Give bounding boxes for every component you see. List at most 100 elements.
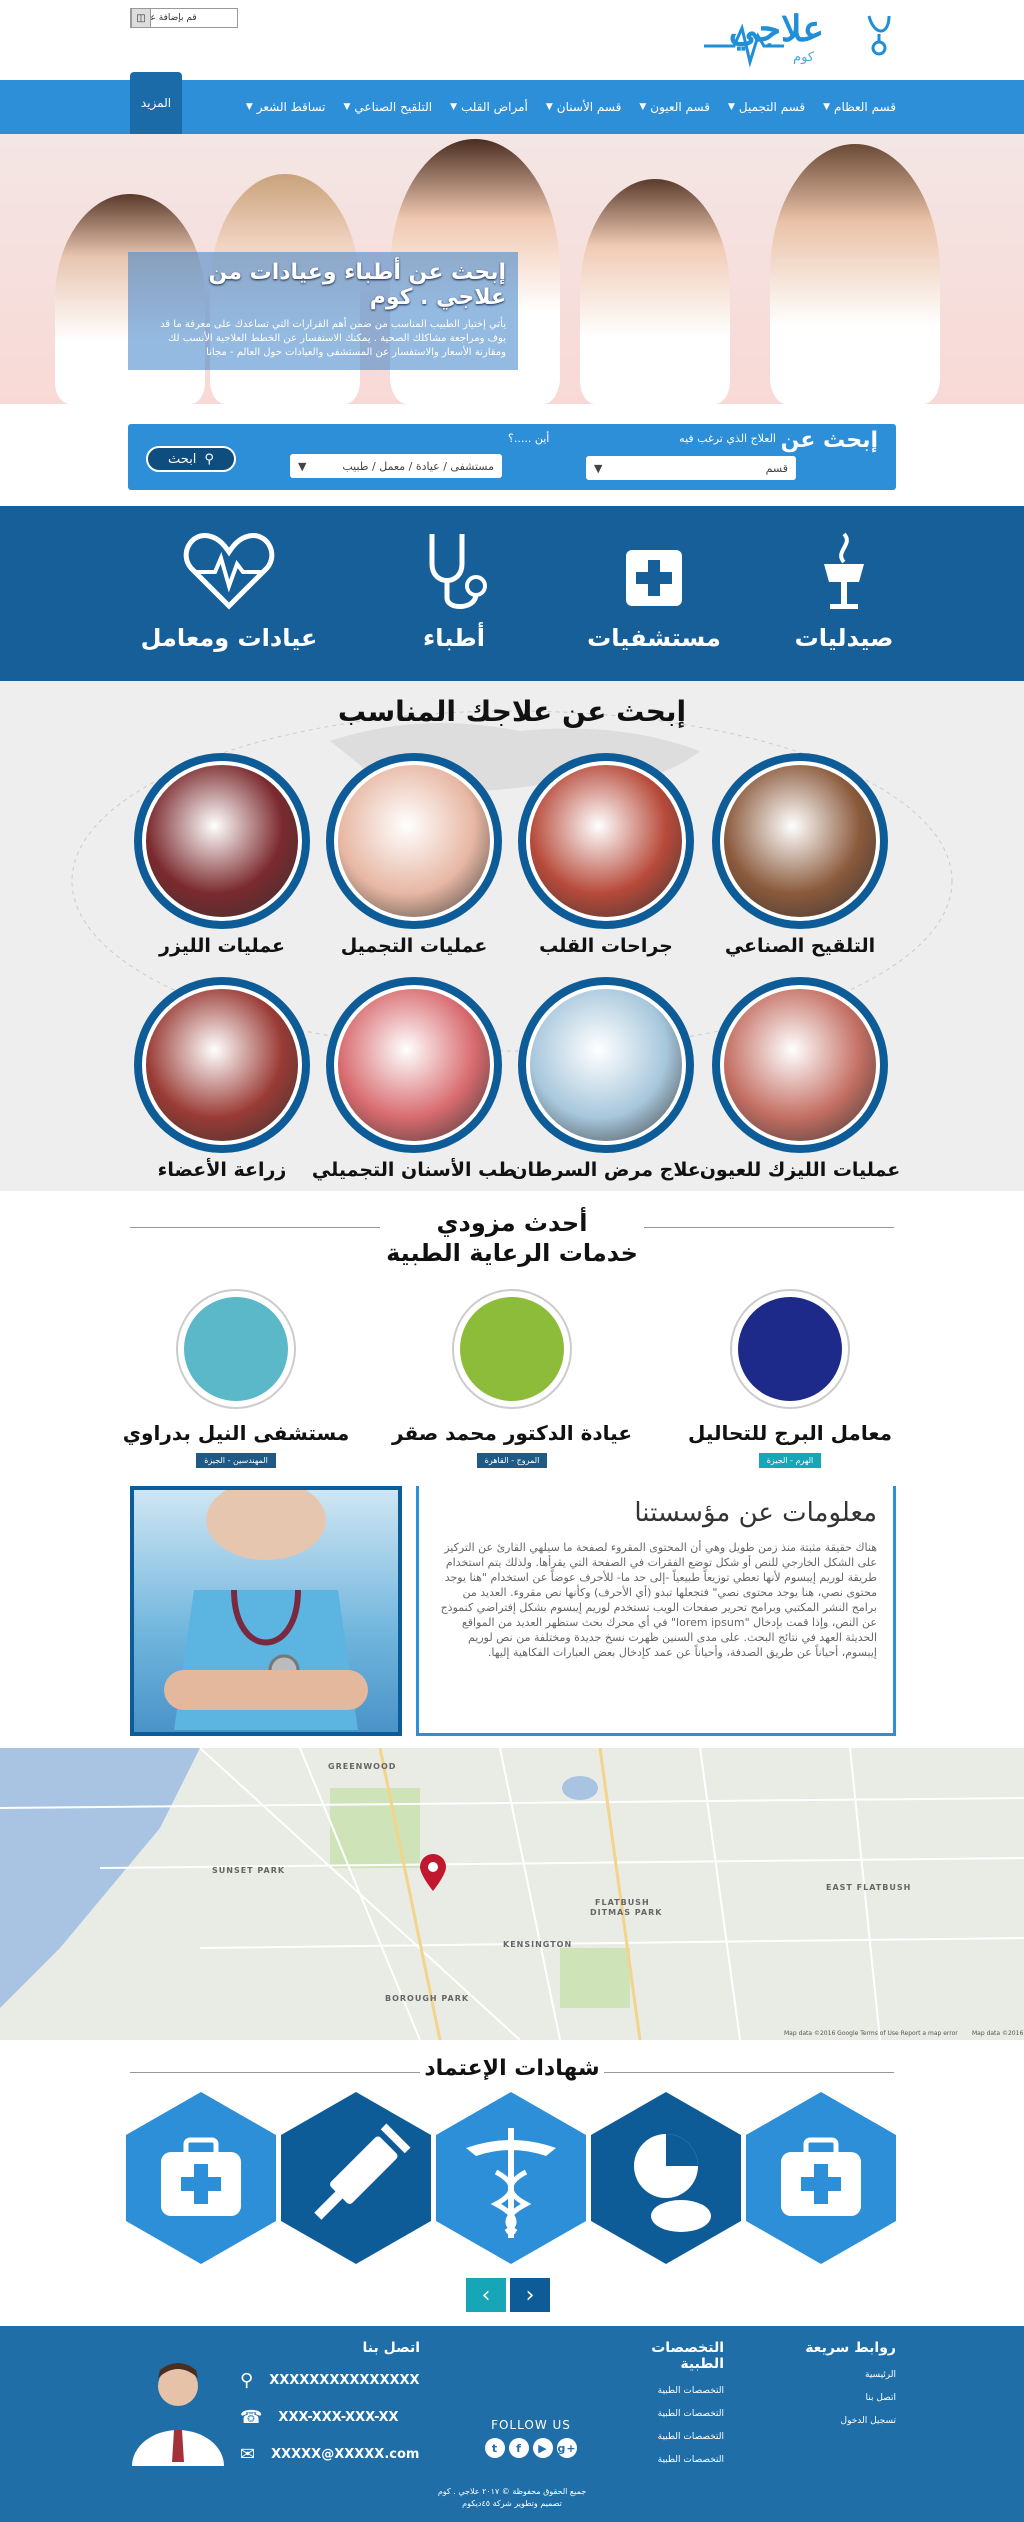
provider-card[interactable]: معامل البرج للتحاليل الهرم - الجيزة — [670, 1289, 910, 1468]
treatment-image[interactable] — [518, 977, 694, 1153]
footer-link-home[interactable]: الرئيسية — [786, 2370, 896, 2380]
category-clinics-labs[interactable]: عيادات ومعامل — [134, 524, 324, 652]
contact-email[interactable]: XXXXX@XXXXX.com — [271, 2447, 419, 2462]
treatment-label[interactable]: عمليات التجميل — [309, 935, 519, 957]
treatment-image[interactable] — [134, 753, 310, 929]
specialties-links: التخصصات الطبية التخصصات الطبية التخصصات… — [604, 2340, 724, 2478]
map-label: DITMAS PARK — [590, 1908, 663, 1917]
treatment-label[interactable]: علاج مرض السرطان — [501, 1159, 711, 1181]
hero-banner: إبحث عن أطباء وعيادات من علاجي . كوم يأت… — [0, 134, 1024, 404]
category-hospitals[interactable]: مستشفيات — [584, 524, 724, 652]
map-label: KENSINGTON — [503, 1940, 573, 1949]
hero-title: إبحث عن أطباء وعيادات من علاجي . كوم — [208, 260, 506, 310]
provider-location-badge: المروج - القاهرة — [476, 1453, 548, 1468]
provider-logo — [730, 1289, 850, 1409]
treatment-label[interactable]: جراحات القلب — [501, 935, 711, 957]
treatment-label[interactable]: التلقيح الصناعي — [695, 935, 905, 957]
treatment-label[interactable]: زراعة الأعضاء — [117, 1159, 327, 1181]
footer-link-specialty[interactable]: التخصصات الطبية — [604, 2386, 724, 2396]
copyright-line-1: جميع الحقوق محفوظة © ٢٠١٧ علاجي . كوم — [437, 2487, 587, 2496]
nav-item[interactable]: التلقيح الصناعي ▼ — [344, 100, 433, 114]
treatment-image[interactable] — [712, 977, 888, 1153]
department-select[interactable]: قسم ▼ — [586, 456, 796, 480]
chevron-down-icon: ▼ — [727, 102, 735, 112]
map-label: SUNSET PARK — [212, 1866, 286, 1875]
nav-more-button[interactable]: المزيد — [130, 72, 182, 134]
search-title: إبحث عن — [780, 428, 878, 453]
hospital-icon — [626, 550, 682, 606]
provider-card[interactable]: مستشفى النيل بدراوي المهندسين - الجيزة — [116, 1289, 356, 1468]
find-title: إبحث عن علاجك المناسب — [337, 695, 687, 728]
facebook-icon[interactable]: f — [509, 2438, 529, 2458]
nav-item[interactable]: أمراض القلب ▼ — [450, 100, 528, 114]
nav-item[interactable]: قسم العيون ▼ — [639, 100, 710, 114]
doctor-avatar — [130, 2356, 226, 2502]
quick-links: روابط سريعة الرئيسية اتصل بنا تسجيل الدخ… — [786, 2340, 896, 2439]
nurse-stethoscope-image — [164, 1480, 368, 1730]
copyright: جميع الحقوق محفوظة © ٢٠١٧ علاجي . كوم تص… — [0, 2486, 1024, 2510]
map[interactable]: GREENWOOD SUNSET PARK DITMAS PARK FLATBU… — [0, 1748, 1024, 2040]
contact-phone-1: XXXXXXXXXXXXXXX — [269, 2373, 420, 2388]
caduceus-icon — [466, 2128, 556, 2238]
follow-us-label: FOLLOW US — [491, 2418, 571, 2432]
pharmacy-icon — [824, 532, 864, 609]
provider-name[interactable]: عيادة الدكتور محمد صقر — [392, 1421, 632, 1445]
nav-item-label: تساقط الشعر — [256, 100, 326, 114]
footer-link-specialty[interactable]: التخصصات الطبية — [604, 2455, 724, 2465]
treatment-image[interactable] — [518, 753, 694, 929]
add-clinic-button[interactable]: ◫ قم بإضافة عيادتك — [130, 8, 238, 28]
category-pharmacies[interactable]: صيدليات — [774, 524, 914, 652]
map-pin-icon[interactable] — [418, 1853, 448, 1893]
nav-item[interactable]: تساقط الشعر ▼ — [246, 100, 326, 114]
treatment-image[interactable] — [326, 753, 502, 929]
cert-syringe — [281, 2092, 431, 2264]
provider-name[interactable]: مستشفى النيل بدراوي — [116, 1421, 356, 1445]
nav-item-label: قسم العيون — [650, 100, 710, 114]
google-plus-icon[interactable]: g+ — [557, 2438, 577, 2458]
category-label: عيادات ومعامل — [140, 624, 318, 652]
certificates-title: شهادات الإعتماد — [424, 2056, 600, 2081]
location-pin-icon: ⚲ — [240, 2370, 254, 2391]
chevron-down-icon: ▼ — [245, 102, 253, 112]
search-button-label: ابحث — [168, 451, 197, 467]
footer-link-login[interactable]: تسجيل الدخول — [786, 2416, 896, 2426]
treatment-label[interactable]: طب الأسنان التجميلي — [309, 1159, 519, 1181]
next-arrow-button[interactable]: › — [510, 2278, 550, 2312]
provider-location-badge: المهندسين - الجيزة — [196, 1453, 276, 1468]
place-select-value: مستشفى / عيادة / معمل / طبيب — [342, 459, 494, 473]
medical-kit-icon — [781, 2137, 861, 2216]
copyright-line-2: تصميم وتطوير شركة ٤٥ديكوم — [462, 2499, 562, 2508]
provider-name[interactable]: معامل البرج للتحاليل — [670, 1421, 910, 1445]
treatment-label[interactable]: عمليات الليزك للعيون — [695, 1159, 905, 1181]
map-streets — [0, 1748, 1024, 2040]
provider-card[interactable]: عيادة الدكتور محمد صقر المروج - القاهرة — [392, 1289, 632, 1468]
nurse-photo — [130, 1480, 402, 1736]
nav-item[interactable]: قسم الأسنان ▼ — [546, 100, 622, 114]
youtube-icon[interactable]: ▶ — [533, 2438, 553, 2458]
stethoscope-icon — [429, 534, 487, 609]
prev-arrow-button[interactable]: ‹ — [466, 2278, 506, 2312]
pills-icon — [634, 2134, 711, 2232]
treatment-label[interactable]: عمليات الليزر — [117, 935, 327, 957]
search-button[interactable]: ابحث ⚲ — [146, 446, 236, 472]
map-attribution: Map data ©2016 Google Terms of Use Repor… — [784, 2030, 958, 2037]
footer-link-specialty[interactable]: التخصصات الطبية — [604, 2432, 724, 2442]
nav-item-label: قسم الأسنان — [556, 100, 622, 114]
nav-item[interactable]: قسم العظام ▼ — [823, 100, 896, 114]
twitter-icon[interactable]: t — [485, 2438, 505, 2458]
treatment-image[interactable] — [134, 977, 310, 1153]
department-select-value: قسم — [765, 461, 788, 475]
category-doctors[interactable]: أطباء — [384, 524, 524, 652]
treatment-image[interactable] — [326, 977, 502, 1153]
nav-item[interactable]: قسم التجميل ▼ — [728, 100, 805, 114]
footer-link-contact[interactable]: اتصل بنا — [786, 2393, 896, 2403]
place-select[interactable]: مستشفى / عيادة / معمل / طبيب ▼ — [290, 454, 502, 478]
cert-caduceus — [436, 2092, 586, 2264]
footer-link-specialty[interactable]: التخصصات الطبية — [604, 2409, 724, 2419]
providers-title-1: أحدث مزودي — [436, 1209, 588, 1237]
logo[interactable]: علاجي كوم — [704, 6, 894, 70]
chevron-down-icon: ▼ — [343, 102, 351, 112]
certificates-section: شهادات الإعتماد ‹ › — [0, 2040, 1024, 2326]
treatment-label: العلاج الذي ترغب فيه — [679, 432, 776, 445]
treatment-image[interactable] — [712, 753, 888, 929]
